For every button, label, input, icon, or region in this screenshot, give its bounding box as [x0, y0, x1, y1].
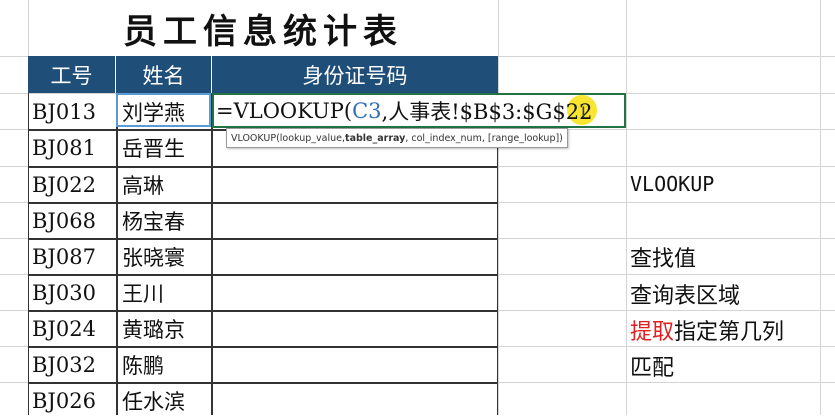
cell-id[interactable]: BJ026 — [30, 383, 118, 419]
header-cell-id[interactable]: 工号 — [28, 56, 116, 93]
formula-suffix: ,人事表!$B$3:$G$22 — [381, 99, 593, 124]
cell-name[interactable]: 王川 — [120, 275, 212, 311]
cell-name[interactable]: 任水滨 — [120, 383, 212, 419]
note-rest-text: 指定第几列 — [674, 320, 785, 345]
cell-name[interactable]: 高琳 — [120, 167, 212, 203]
tooltip-arg1: lookup_value, — [279, 132, 346, 144]
cell-name[interactable]: 黄璐京 — [120, 311, 212, 347]
text-cursor-icon: I — [581, 103, 586, 122]
formula-text[interactable]: =VLOOKUP(C3 ,人事表!$B$3:$G$22 — [216, 93, 592, 128]
grid-column-line — [626, 0, 627, 415]
formula-prefix: =VLOOKUP( — [216, 98, 353, 123]
tooltip-fn: VLOOKUP( — [231, 132, 280, 144]
cell-id[interactable]: BJ022 — [30, 167, 118, 203]
grid-column-line — [820, 0, 821, 415]
note-table-array[interactable]: 查询表区域 — [630, 278, 740, 310]
sheet-title: 员工信息统计表 — [123, 11, 403, 52]
cell-name[interactable]: 张晓寰 — [120, 239, 212, 275]
cell-id[interactable]: BJ024 — [30, 311, 118, 347]
tooltip-rest: , col_index_num, [range_lookup]) — [405, 132, 563, 144]
grid-column-line — [498, 0, 499, 415]
cell-name[interactable]: 杨宝春 — [120, 203, 212, 239]
note-lookup-value[interactable]: 查找值 — [630, 241, 696, 273]
note-function-name[interactable]: VLOOKUP — [630, 172, 714, 196]
note-red-text: 提取 — [630, 320, 675, 345]
cell-id[interactable]: BJ068 — [30, 203, 118, 239]
cell-id[interactable]: BJ013 — [30, 94, 118, 130]
header-cell-idcard[interactable]: 身份证号码 — [212, 56, 498, 93]
cell-id[interactable]: BJ030 — [30, 275, 118, 311]
header-cell-name[interactable]: 姓名 — [116, 56, 212, 93]
cell-id[interactable]: BJ087 — [30, 239, 118, 275]
cell-name[interactable]: 岳晋生 — [120, 130, 212, 166]
note-col-index[interactable]: 提取指定第几列 — [630, 314, 784, 346]
tooltip-arg2: table_array — [345, 132, 406, 144]
function-tooltip[interactable]: VLOOKUP(lookup_value, table_array, col_i… — [226, 128, 568, 148]
note-match[interactable]: 匹配 — [630, 350, 674, 382]
referenced-cell-highlight — [116, 93, 211, 127]
formula-ref: C3 — [352, 98, 382, 123]
cell-name[interactable]: 陈鹏 — [120, 347, 212, 383]
cell-id[interactable]: BJ032 — [30, 347, 118, 383]
cell-id[interactable]: BJ081 — [30, 130, 118, 166]
